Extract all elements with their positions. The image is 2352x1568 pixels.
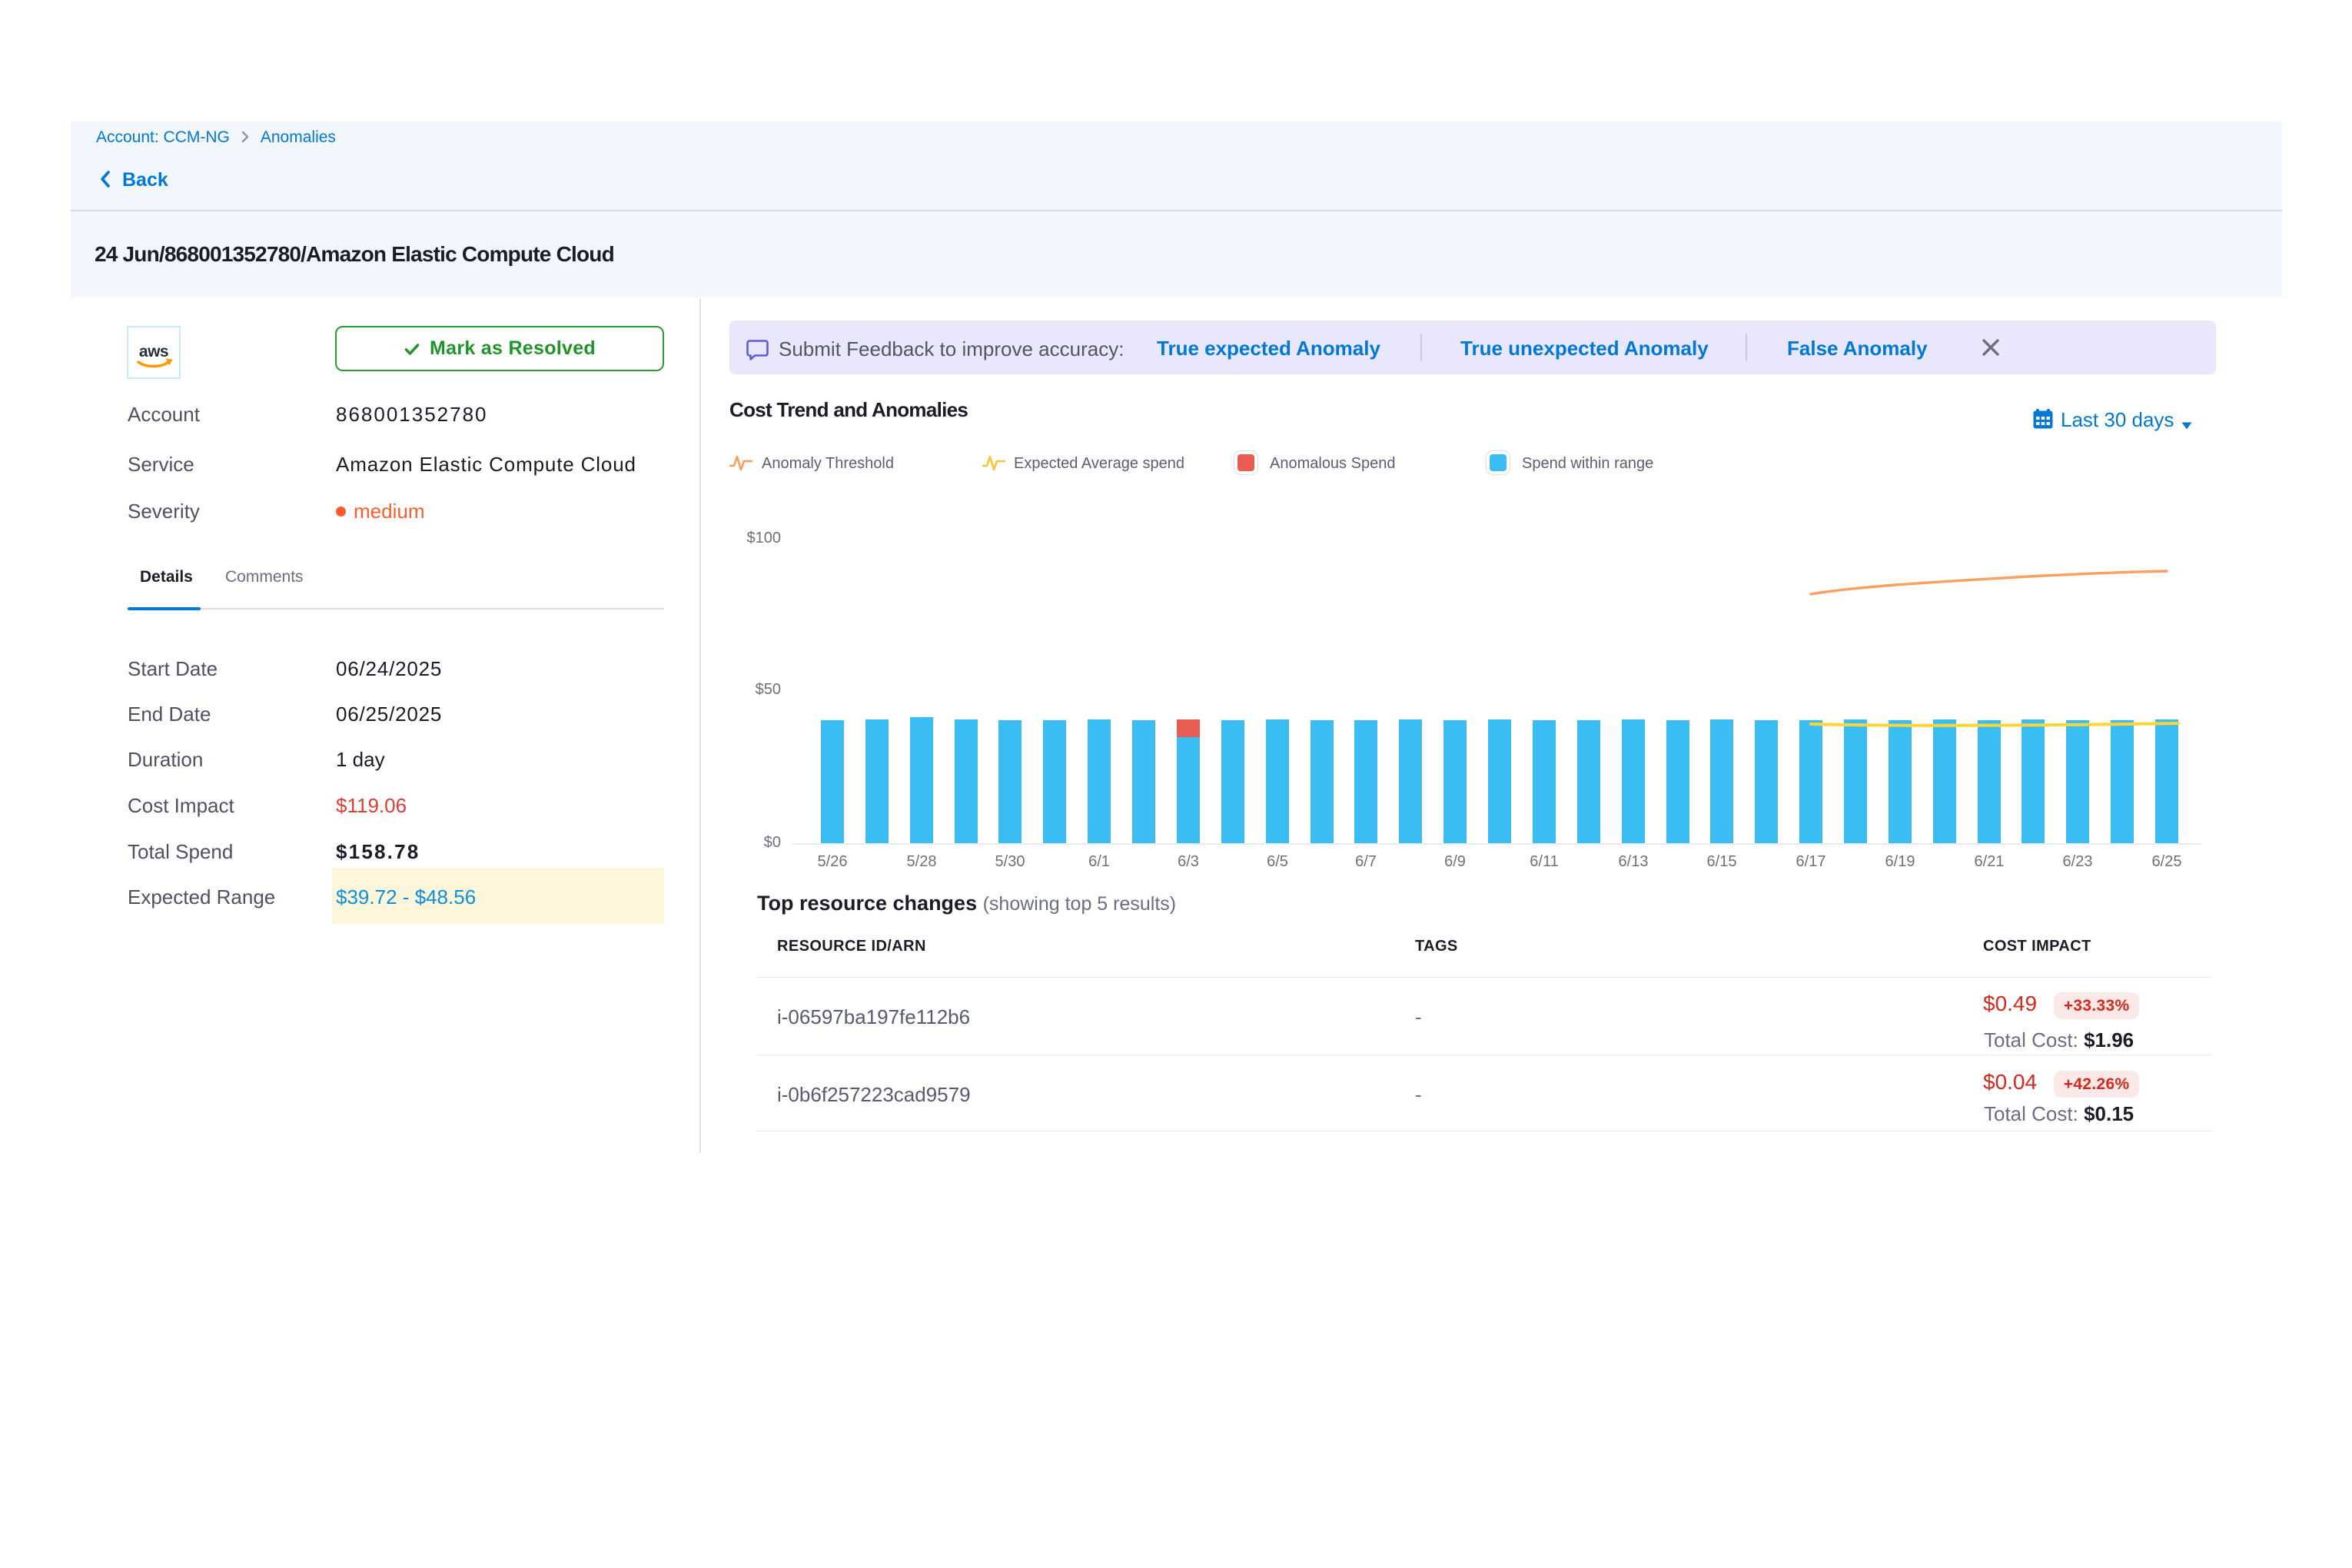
svg-text:aws: aws — [139, 343, 168, 360]
